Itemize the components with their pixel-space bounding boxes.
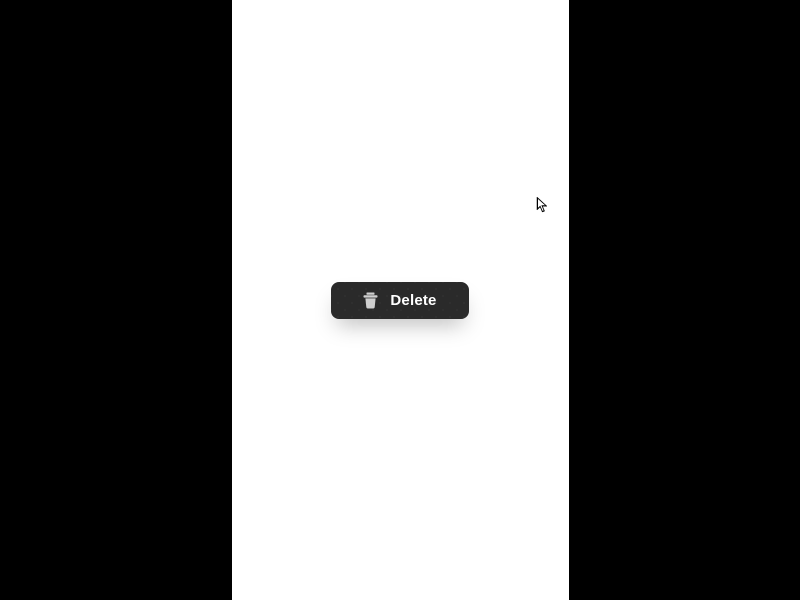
content-panel: Delete	[232, 0, 569, 600]
trash-icon	[363, 292, 378, 309]
delete-button[interactable]: Delete	[331, 282, 468, 319]
delete-button-label: Delete	[390, 292, 436, 309]
